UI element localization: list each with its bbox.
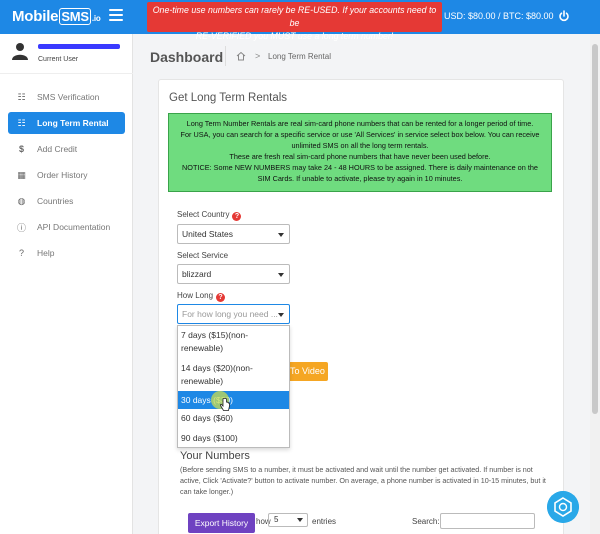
option-90-days[interactable]: 90 days ($100) (178, 432, 289, 445)
sidebar-item-label: Order History (37, 170, 88, 180)
user-role: Current User (38, 56, 79, 63)
sidebar-item-help[interactable]: ? Help (8, 242, 125, 264)
how-long-select[interactable]: For how long you need ... (177, 304, 290, 324)
option-7-days[interactable]: 7 days ($15)(non-renewable) (178, 329, 289, 355)
breadcrumb-current: Long Term Rental (268, 52, 331, 61)
service-select[interactable]: blizzard (177, 264, 290, 284)
option-30-days[interactable]: 30 days ($30) (178, 391, 289, 409)
info-line: These are fresh real sim-card phone numb… (229, 152, 491, 161)
menu-toggle-icon[interactable] (109, 9, 123, 21)
hand-cursor-icon (220, 398, 230, 411)
logout-power-icon[interactable] (558, 10, 570, 22)
how-long-dropdown: 7 days ($15)(non-renewable) 14 days ($20… (177, 325, 290, 448)
sidebar-item-label: Countries (37, 196, 74, 206)
chevron-down-icon (278, 273, 284, 277)
chevron-down-icon (278, 313, 284, 317)
info-line: unlimited SMS on all the long term renta… (291, 141, 429, 150)
info-line: SIM Cards. If unable to activate, please… (257, 174, 463, 183)
country-select[interactable]: United States (177, 224, 290, 244)
your-numbers-title: Your Numbers (180, 450, 250, 462)
sidebar-item-api-documentation[interactable]: ⓘ API Documentation (8, 216, 125, 238)
chevron-down-icon (278, 233, 284, 237)
option-14-days[interactable]: 14 days ($20)(non-renewable) (178, 362, 289, 388)
help-question-icon[interactable]: ? (232, 212, 242, 221)
sidebar-item-sms-verification[interactable]: ☷ SMS Verification (8, 86, 125, 108)
reuse-warning-banner: One-time use numbers can rarely be RE-US… (147, 2, 442, 41)
sidebar-item-order-history[interactable]: ▦ Order History (8, 164, 125, 186)
export-history-button[interactable]: Export History (188, 513, 255, 533)
help-question-icon[interactable]: ? (216, 293, 226, 302)
entries-label: entries (312, 517, 337, 526)
sidebar-item-label: Long Term Rental (37, 118, 109, 128)
rental-info-box: Long Term Number Rentals are real sim-ca… (168, 113, 552, 192)
sidebar-item-long-term-rental[interactable]: ☷ Long Term Rental (8, 112, 125, 134)
info-icon: ⓘ (16, 222, 26, 233)
search-input[interactable] (440, 513, 535, 529)
sidebar: Current User (0, 34, 133, 534)
list-icon: ☷ (17, 91, 26, 102)
breadcrumb-divider (225, 46, 226, 66)
info-line: NOTICE: Some NEW NUMBERS may take 24 - 4… (182, 163, 538, 172)
scrollbar-thumb[interactable] (592, 44, 598, 414)
chevron-right-icon: > (255, 51, 261, 61)
entries-per-page-select[interactable]: 5 (268, 513, 308, 527)
service-label: Select Service (177, 251, 229, 260)
sidebar-item-label: Add Credit (37, 144, 78, 154)
info-line: For USA, you can search for a specific s… (180, 130, 540, 139)
sidebar-item-add-credit[interactable]: $ Add Credit (8, 138, 125, 160)
support-chat-icon[interactable] (547, 491, 579, 523)
list-icon: ☷ (17, 117, 26, 128)
search-label: Search: (412, 517, 440, 526)
user-profile: Current User (0, 34, 133, 74)
info-line: Long Term Number Rentals are real sim-ca… (186, 119, 534, 128)
home-icon[interactable] (236, 51, 246, 61)
sidebar-item-label: SMS Verification (37, 92, 100, 102)
alert-line-1: One-time use numbers can rarely be RE-US… (152, 5, 437, 28)
sidebar-item-label: Help (37, 248, 55, 258)
sidebar-item-countries[interactable]: ◍ Countries (8, 190, 125, 212)
account-balance: USD: $80.00 / BTC: $80.00 (444, 11, 554, 21)
how-long-label: How Long? (177, 291, 226, 302)
alert-line-2: RE-VERIFIED you MUST use a long term num… (195, 31, 394, 41)
user-name-redacted (38, 44, 120, 49)
question-icon: ? (18, 248, 24, 258)
activation-note: (Before sending SMS to a number, it must… (180, 465, 546, 496)
page-title: Dashboard (150, 49, 224, 65)
card-title: Get Long Term Rentals (169, 92, 288, 104)
brand-logo[interactable]: Mobile SMS .io (12, 8, 101, 25)
country-label: Select Country? (177, 210, 242, 221)
chevron-down-icon (297, 518, 303, 522)
dollar-icon: $ (18, 144, 24, 154)
table-icon: ▦ (17, 169, 26, 180)
user-avatar-icon (12, 43, 28, 60)
globe-icon: ◍ (17, 195, 26, 206)
sidebar-item-label: API Documentation (37, 222, 111, 232)
option-60-days[interactable]: 60 days ($60) (178, 412, 289, 425)
